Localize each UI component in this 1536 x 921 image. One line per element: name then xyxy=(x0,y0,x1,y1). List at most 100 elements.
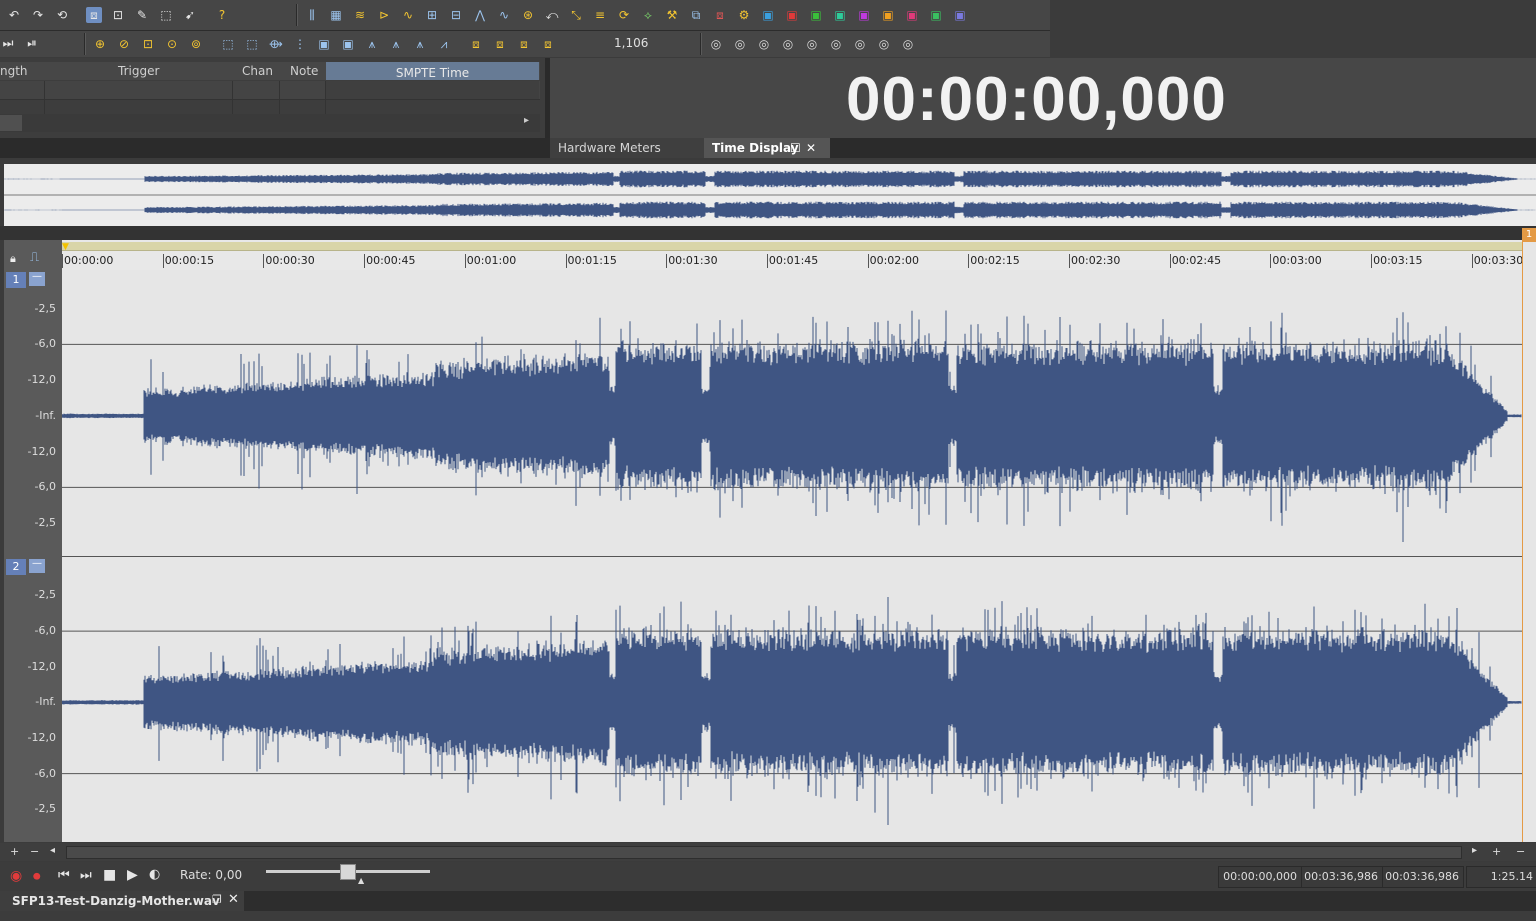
effect-tool-icon[interactable]: ⧉ xyxy=(688,7,704,23)
effect-tool-icon[interactable]: ▣ xyxy=(808,7,824,23)
effect-tool-icon[interactable]: ⊞ xyxy=(424,7,440,23)
playback-mode-icon[interactable]: ◎ xyxy=(804,36,820,52)
restore-icon[interactable]: ☐ xyxy=(790,138,801,158)
zoom-tool-icon[interactable]: ⧈ xyxy=(492,36,508,52)
zoom-tool-icon[interactable]: ⧈ xyxy=(540,36,556,52)
edit-tool-icon[interactable]: ⧈ xyxy=(86,7,102,23)
lock-icon[interactable]: 🔒︎ xyxy=(10,252,16,266)
playback-mode-icon[interactable]: ◎ xyxy=(876,36,892,52)
playback-mode-icon[interactable]: ◎ xyxy=(708,36,724,52)
zoom-tool-icon[interactable]: ⊚ xyxy=(188,36,204,52)
effect-tool-icon[interactable]: ⤡ xyxy=(568,7,584,23)
effect-tool-icon[interactable]: ⧈ xyxy=(712,7,728,23)
effect-tool-icon[interactable]: ▣ xyxy=(856,7,872,23)
play-all-icon[interactable]: ◐ xyxy=(149,867,160,882)
waveform-overview[interactable] xyxy=(4,164,1536,226)
effect-tool-icon[interactable]: ⫼ xyxy=(304,7,320,23)
snap-icon[interactable]: ⎍ xyxy=(30,250,39,265)
document-tab[interactable]: SFP13-Test-Danzig-Mother.wav ❐ ✕ xyxy=(0,891,244,911)
zoom-tool-icon[interactable]: ⊙ xyxy=(164,36,180,52)
horizontal-scrollbar[interactable]: ▸ xyxy=(0,114,540,132)
header-smpte[interactable]: SMPTE Time xyxy=(326,62,539,80)
zoom-tool-icon[interactable]: ⟴ xyxy=(268,36,284,52)
waveform-scrollbar[interactable]: + − ◂ ▸ + − xyxy=(0,843,1536,861)
channel-2-number[interactable]: 2 xyxy=(6,559,26,575)
zoom-tool-icon[interactable]: ▣ xyxy=(316,36,332,52)
playback-mode-icon[interactable]: ◎ xyxy=(852,36,868,52)
effect-tool-icon[interactable]: ▣ xyxy=(784,7,800,23)
magnify-tool-icon[interactable]: ⊡ xyxy=(110,7,126,23)
playback-mode-icon[interactable]: ◎ xyxy=(828,36,844,52)
effect-tool-icon[interactable]: ⚒ xyxy=(664,7,680,23)
effect-tool-icon[interactable]: ∿ xyxy=(400,7,416,23)
table-row[interactable] xyxy=(0,81,540,115)
selection-end-field[interactable]: 00:03:36,986 xyxy=(1301,866,1383,888)
rate-slider[interactable]: ▲ xyxy=(266,864,430,885)
zoom-tool-icon[interactable]: ⩘ xyxy=(436,36,452,52)
help-icon[interactable]: ? xyxy=(214,7,230,23)
refresh-icon[interactable]: ⟲ xyxy=(54,7,70,23)
scroll-thumb[interactable] xyxy=(66,846,1462,859)
selection-start-field[interactable]: 00:00:00,000 xyxy=(1218,866,1302,888)
effect-tool-icon[interactable]: ⋀ xyxy=(472,7,488,23)
tab-hardware-meters[interactable]: Hardware Meters xyxy=(550,138,704,158)
header-chan[interactable]: Chan xyxy=(242,64,273,78)
tab-time-display[interactable]: Time Display ☐ ✕ xyxy=(704,138,830,158)
go-to-end-transport-icon[interactable]: ⏭ xyxy=(80,868,92,883)
selection-length-field[interactable]: 00:03:36,986 xyxy=(1382,866,1464,888)
zoom-tool-icon[interactable]: ⩚ xyxy=(412,36,428,52)
zoom-tool-icon[interactable]: ⧈ xyxy=(516,36,532,52)
zoom-tool-icon[interactable]: ⩚ xyxy=(364,36,380,52)
header-note[interactable]: Note xyxy=(290,64,318,78)
playback-mode-icon[interactable]: ◎ xyxy=(900,36,916,52)
channel-1-minimize-button[interactable]: — xyxy=(29,272,45,286)
close-tab-icon[interactable]: ✕ xyxy=(228,892,239,907)
undo-icon[interactable]: ↶ xyxy=(6,7,22,23)
play-icon[interactable]: ▶ xyxy=(127,867,138,883)
zoom-tool-icon[interactable]: ▣ xyxy=(340,36,356,52)
pencil-tool-icon[interactable]: ✎ xyxy=(134,7,150,23)
effect-tool-icon[interactable]: ▣ xyxy=(760,7,776,23)
playback-mode-icon[interactable]: ◎ xyxy=(780,36,796,52)
selection-bar[interactable] xyxy=(62,242,1522,251)
effect-tool-icon[interactable]: ▦ xyxy=(328,7,344,23)
close-icon[interactable]: ✕ xyxy=(806,138,816,158)
record-arm-icon[interactable]: ◉ xyxy=(10,868,22,884)
record-icon[interactable]: ⏺ xyxy=(33,867,41,885)
marker-flag[interactable]: 1 xyxy=(1522,228,1536,242)
effect-tool-icon[interactable]: ⤺ xyxy=(544,7,560,23)
channel-2-minimize-button[interactable]: — xyxy=(29,559,45,573)
go-to-start-icon[interactable]: ⏮ xyxy=(58,868,70,883)
zoom-out-icon[interactable]: − xyxy=(30,845,39,858)
redo-icon[interactable]: ↷ xyxy=(30,7,46,23)
effect-tool-icon[interactable]: ⟳ xyxy=(616,7,632,23)
zoom-out-right-icon[interactable]: − xyxy=(1516,845,1525,858)
scroll-right-button-icon[interactable]: ▸ xyxy=(1472,845,1477,856)
effect-tool-icon[interactable]: ▣ xyxy=(880,7,896,23)
zoom-tool-icon[interactable]: ⊕ xyxy=(92,36,108,52)
zoom-tool-icon[interactable]: ⋮ xyxy=(292,36,308,52)
cursor-tool-icon[interactable]: ➹ xyxy=(182,7,198,23)
effect-tool-icon[interactable]: ⊛ xyxy=(520,7,536,23)
zoom-tool-icon[interactable]: ⊘ xyxy=(116,36,132,52)
effect-tool-icon[interactable]: ⟡ xyxy=(640,7,656,23)
effect-tool-icon[interactable]: ∿ xyxy=(496,7,512,23)
effect-tool-icon[interactable]: ≋ xyxy=(352,7,368,23)
playback-mode-icon[interactable]: ◎ xyxy=(732,36,748,52)
zoom-tool-icon[interactable]: ⊡ xyxy=(140,36,156,52)
zoom-tool-icon[interactable]: ⩚ xyxy=(388,36,404,52)
zoom-tool-icon[interactable]: ⬚ xyxy=(244,36,260,52)
effect-tool-icon[interactable]: ⊳ xyxy=(376,7,392,23)
effect-tool-icon[interactable]: ⚙ xyxy=(736,7,752,23)
zoom-in-right-icon[interactable]: + xyxy=(1492,845,1501,858)
zoom-in-icon[interactable]: + xyxy=(10,845,19,858)
zoom-tool-icon[interactable]: ⧈ xyxy=(468,36,484,52)
effect-tool-icon[interactable]: ⊟ xyxy=(448,7,464,23)
rate-slider-handle[interactable] xyxy=(340,864,356,880)
header-trigger[interactable]: Trigger xyxy=(118,64,159,78)
go-to-end-icon[interactable]: ⏯ xyxy=(24,35,40,51)
zoom-ratio-field[interactable]: 1:25.14 xyxy=(1466,866,1536,888)
effect-tool-icon[interactable]: ▣ xyxy=(952,7,968,23)
channel-2-panel[interactable] xyxy=(62,557,1522,842)
fast-forward-icon[interactable]: ⏭ xyxy=(0,35,16,51)
